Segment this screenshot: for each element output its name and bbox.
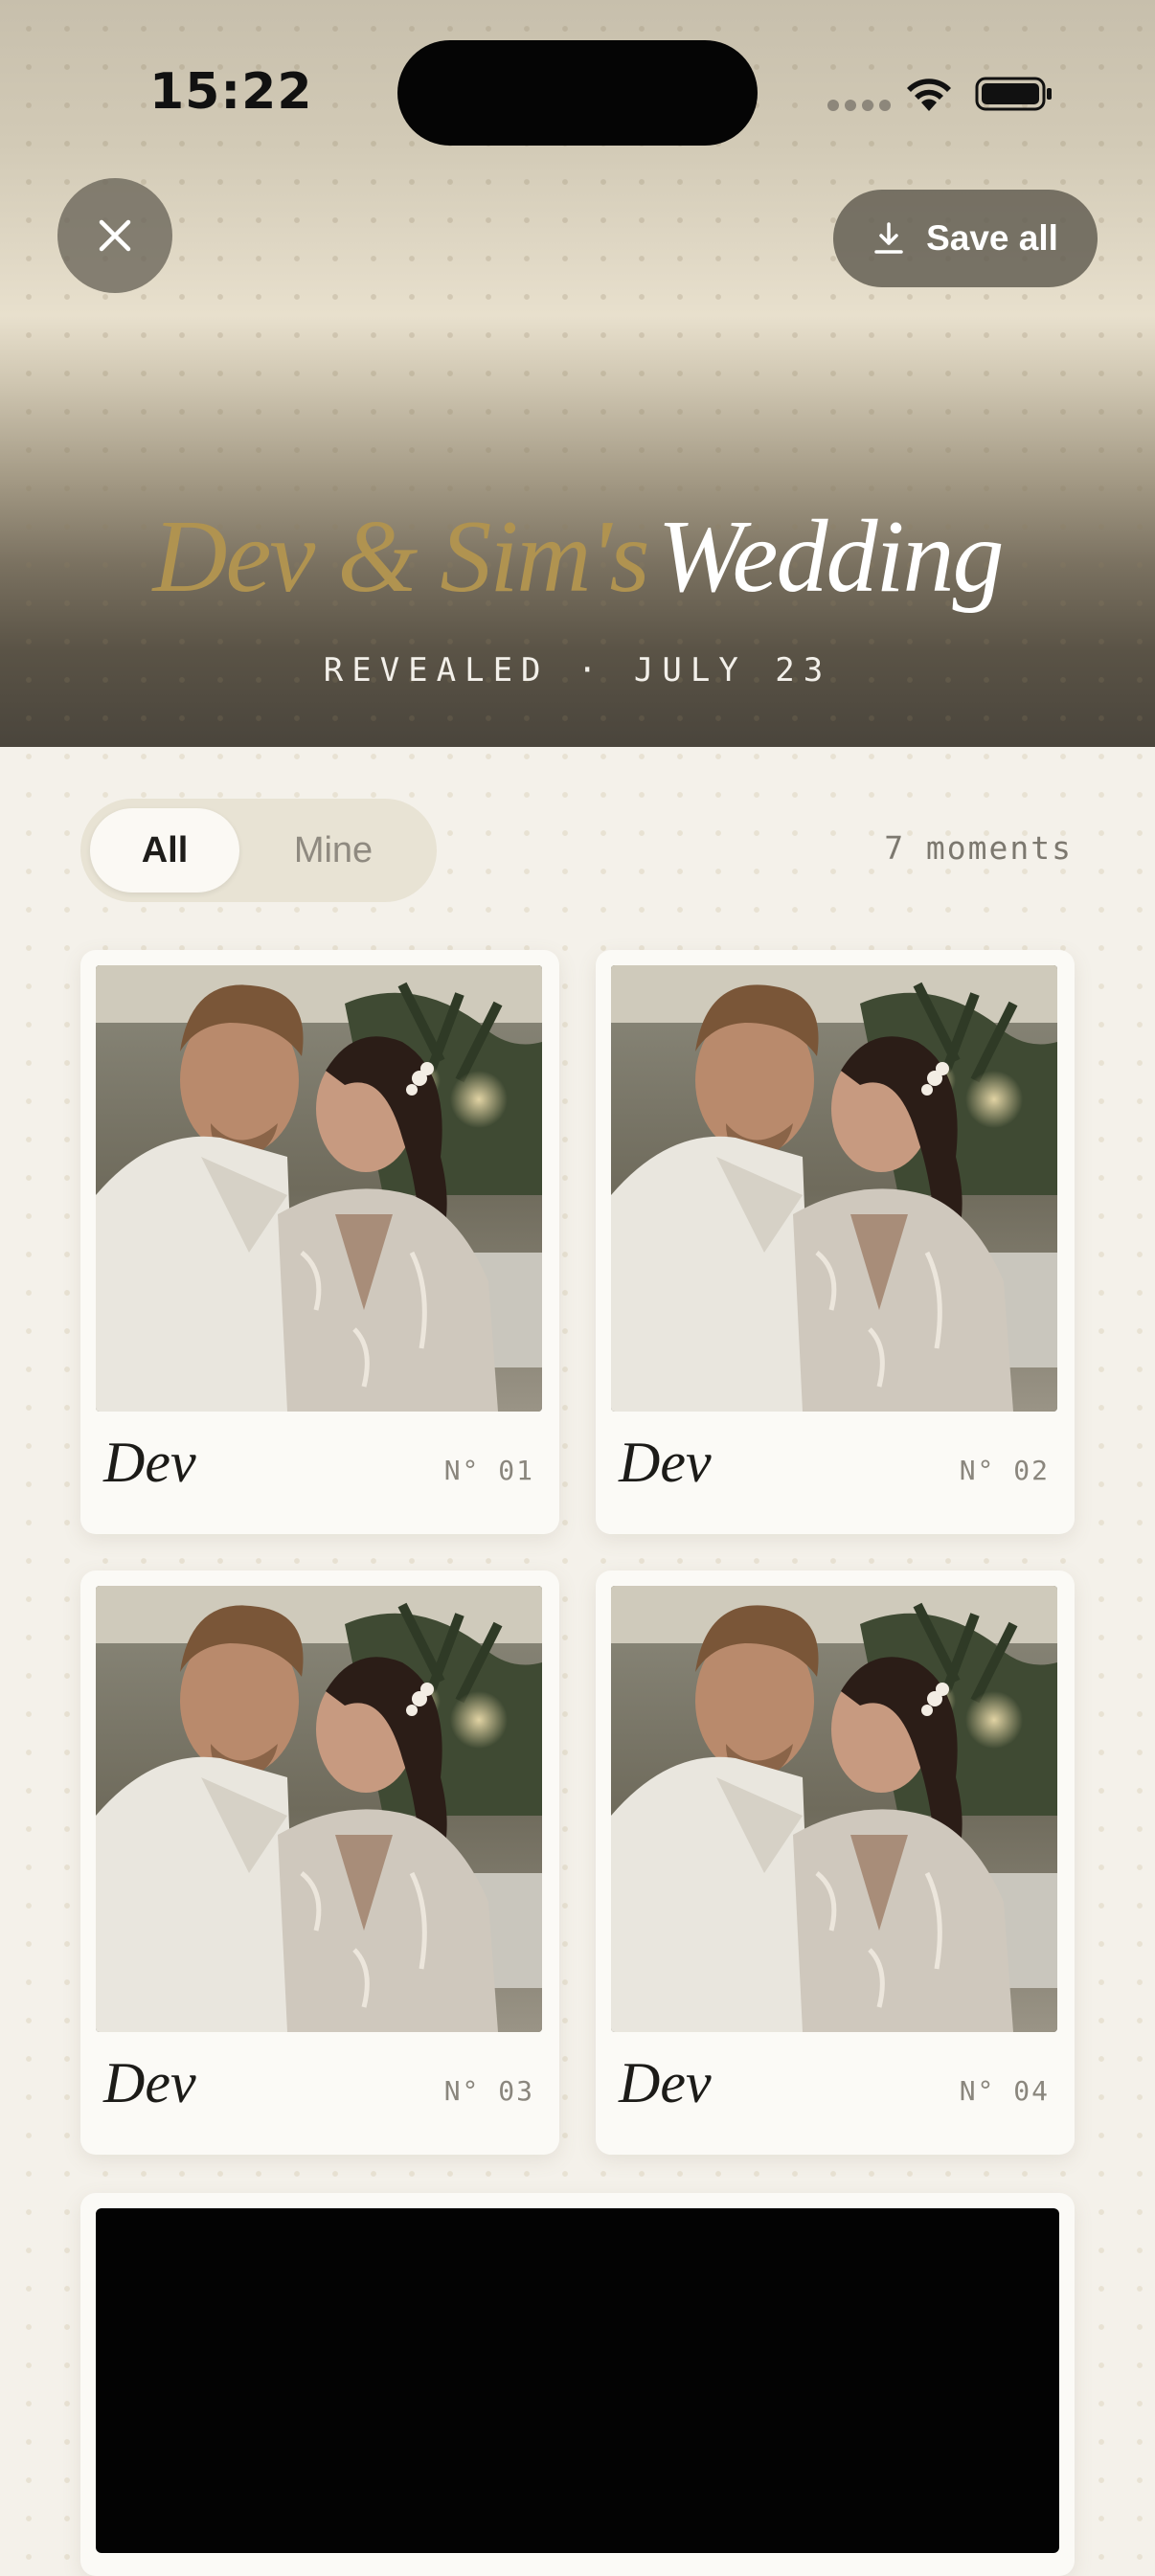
- save-all-button[interactable]: Save all: [833, 190, 1098, 287]
- moment-number: N° 04: [959, 2075, 1050, 2107]
- event-subtitle: REVEALED · JULY 23: [323, 651, 832, 689]
- moment-number: N° 02: [959, 1455, 1050, 1486]
- cellular-signal-icon: [827, 100, 891, 111]
- moment-author: Dev: [103, 2051, 196, 2114]
- moment-author: Dev: [103, 1431, 196, 1494]
- moment-card-video[interactable]: [80, 2193, 1075, 2576]
- filter-all-tab[interactable]: All: [90, 808, 239, 893]
- moment-video: [96, 2208, 1059, 2553]
- moment-photo: [96, 1586, 542, 2032]
- close-icon: [99, 219, 131, 252]
- download-icon: [874, 222, 903, 254]
- moments-count: 7 moments: [884, 829, 1073, 867]
- event-title: Dev & Sim'sWedding: [0, 498, 1155, 617]
- event-title-suffix: Wedding: [657, 500, 1005, 614]
- moment-number: N° 03: [443, 2075, 534, 2107]
- moment-author: Dev: [619, 2051, 712, 2114]
- moment-photo: [611, 1586, 1057, 2032]
- save-all-label: Save all: [926, 218, 1058, 258]
- moment-author: Dev: [619, 1431, 712, 1494]
- dynamic-island: [397, 40, 758, 146]
- event-title-names: Dev & Sim's: [152, 500, 650, 614]
- moment-photo: [611, 965, 1057, 1412]
- wifi-icon: [907, 79, 951, 111]
- filter-segmented-control: All Mine: [80, 799, 437, 902]
- battery-icon: [975, 77, 1052, 111]
- close-button[interactable]: [57, 178, 172, 293]
- moment-number: N° 01: [443, 1455, 534, 1486]
- status-time: 15:22: [149, 63, 313, 121]
- moment-card[interactable]: Dev N° 02: [596, 950, 1075, 1534]
- filter-mine-tab[interactable]: Mine: [259, 808, 408, 893]
- moment-card[interactable]: Dev N° 04: [596, 1570, 1075, 2155]
- moment-card[interactable]: Dev N° 01: [80, 950, 559, 1534]
- moment-photo: [96, 965, 542, 1412]
- moment-card[interactable]: Dev N° 03: [80, 1570, 559, 2155]
